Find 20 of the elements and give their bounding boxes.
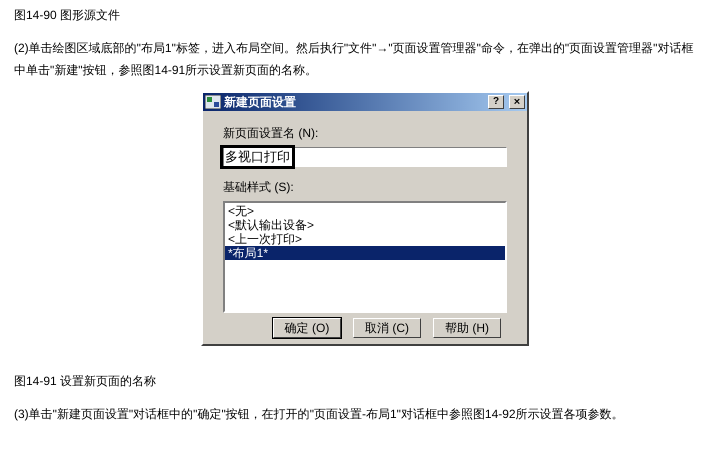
list-item[interactable]: <默认输出设备> <box>225 218 505 232</box>
dialog-button[interactable]: 取消 (C) <box>353 318 421 338</box>
help-button[interactable]: ? <box>488 95 504 109</box>
style-list[interactable]: <无> <默认输出设备> <上一次打印> *布局1* <box>223 201 507 313</box>
paragraph: (2)单击绘图区域底部的"布局1"标签，进入布局空间。然后执行"文件"→"页面设置管理器"命令，在弹出的"页面设置管理器"对话框中单击"新建"按钮，参照图14-91所示设置新页面的名称。 <box>14 40 694 79</box>
field-label: 基础样式 (S): <box>223 179 295 195</box>
window-title: 新建页面设置 <box>224 94 297 110</box>
app-icon <box>205 95 221 109</box>
figure-caption: 图14-90 图形源文件 <box>14 7 122 24</box>
list-item[interactable]: <无> <box>225 204 505 218</box>
list-item[interactable]: *布局1* <box>225 246 505 260</box>
dialog-button[interactable]: 帮助 (H) <box>433 318 501 338</box>
field-label: 新页面设置名 (N): <box>223 125 320 141</box>
name-value: 多视口打印 <box>220 145 295 169</box>
close-button[interactable]: × <box>509 95 525 109</box>
dialog-button[interactable]: 确定 (O) <box>273 318 341 338</box>
name-input[interactable]: 多视口打印 <box>223 147 507 167</box>
paragraph: (3)单击"新建页面设置"对话框中的"确定"按钮，在打开的"页面设置-布局1"对话框中参照图14-92所示设置各项参数。 <box>14 406 625 423</box>
figure-caption: 图14-91 设置新页面的名称 <box>14 373 158 390</box>
list-item[interactable]: <上一次打印> <box>225 232 505 246</box>
